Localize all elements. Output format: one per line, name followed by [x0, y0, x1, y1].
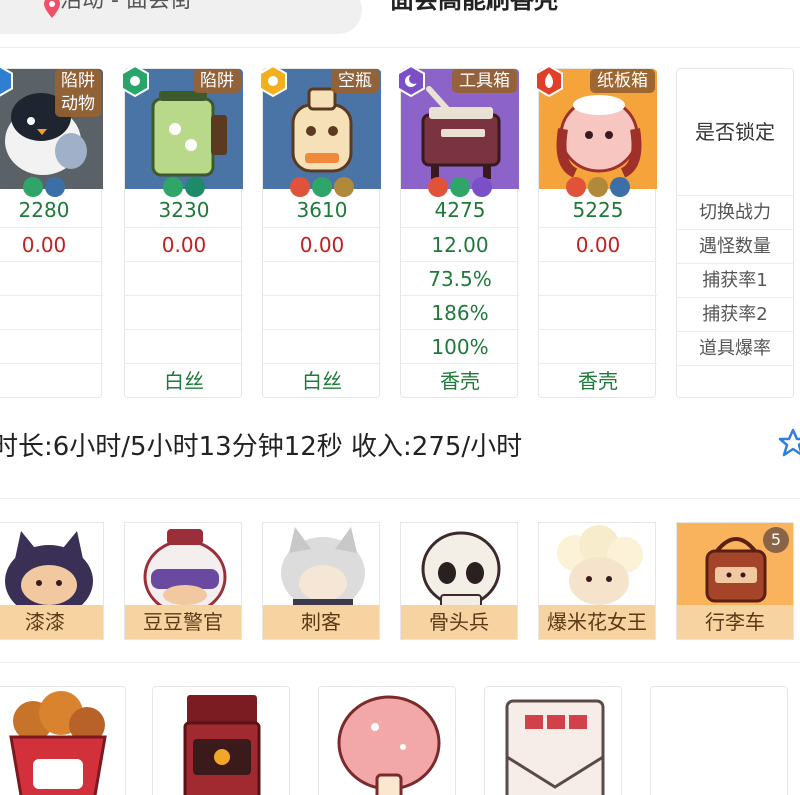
encounter-value: 12.00	[401, 227, 519, 261]
row-label-column: 是否锁定 切换战力 遇怪数量 捕获率1 捕获率2 道具爆率	[676, 68, 794, 398]
character-name: 豆豆警官	[125, 605, 241, 639]
moon-hex-icon	[397, 64, 425, 98]
drop-value	[0, 329, 103, 363]
fried-chicken-bucket-icon	[9, 691, 107, 795]
character-name: 骨头兵	[401, 605, 517, 639]
trap-card[interactable]: 空瓶 3610 0.00 白丝	[262, 68, 381, 398]
trap-type-tag: 陷阱 动物	[55, 69, 101, 117]
trap-column-0[interactable]: 陷阱 动物 2280 0.00	[0, 65, 103, 398]
mushroom-item-icon	[337, 695, 441, 795]
rate2-value	[125, 295, 243, 329]
drop-value: 100%	[401, 329, 519, 363]
encounter-value: 0.00	[263, 227, 381, 261]
output-value	[0, 363, 103, 397]
power-value: 2280	[18, 198, 70, 222]
output-value: 白丝	[125, 363, 243, 397]
green-hex-icon	[121, 64, 149, 98]
red-box-item-icon	[183, 695, 261, 795]
power-label: 切换战力	[677, 195, 793, 229]
summary-line: 时长:6小时/5小时13分钟12秒 收入:275/小时	[0, 432, 523, 462]
top-bar: 活动 - 面会街 面会高能刷香壳	[0, 0, 800, 48]
encounter-value: 0.00	[125, 227, 243, 261]
character-name: 漆漆	[0, 605, 103, 639]
power-value: 3610	[296, 198, 348, 222]
rate2-value	[0, 295, 103, 329]
page-title: 面会高能刷香壳	[390, 0, 558, 14]
character-card[interactable]: 骨头兵	[400, 522, 518, 640]
drop-label: 道具爆率	[677, 331, 793, 365]
rate1-label: 捕获率1	[677, 263, 793, 297]
trap-card[interactable]: 纸板箱 5225 0.00 香壳	[538, 68, 657, 398]
rate1-value	[539, 261, 657, 295]
item-card-empty[interactable]	[650, 686, 788, 795]
drop-value	[263, 329, 381, 363]
rate2-value	[539, 295, 657, 329]
count-badge: 5	[763, 527, 789, 553]
rate2-value	[263, 295, 381, 329]
character-name: 行李车	[677, 605, 793, 639]
trap-card[interactable]: 陷阱 3230 0.00 白丝	[124, 68, 243, 398]
item-card[interactable]	[0, 686, 126, 795]
skeleton-character-icon	[421, 531, 501, 608]
power-value: 5225	[572, 198, 624, 222]
trap-type-tag: 纸板箱	[590, 69, 655, 93]
lock-label[interactable]: 是否锁定	[677, 69, 793, 195]
output-value: 白丝	[263, 363, 381, 397]
output-value: 香壳	[539, 363, 657, 397]
cat-character-icon	[5, 531, 93, 617]
rate2-value: 186%	[401, 295, 519, 329]
envelope-item-icon	[505, 699, 605, 795]
encounter-value: 0.00	[539, 227, 657, 261]
trap-column-3[interactable]: 工具箱 4275 12.00 73.5% 186% 100% 香壳	[397, 64, 519, 398]
trap-type-tag: 空瓶	[331, 69, 379, 93]
encounter-label: 遇怪数量	[677, 229, 793, 263]
divider	[0, 498, 800, 499]
output-value: 香壳	[401, 363, 519, 397]
location-text[interactable]: 活动 - 面会街	[60, 0, 192, 16]
popcorn-queen-character-icon	[557, 525, 643, 605]
character-card[interactable]: 豆豆警官	[124, 522, 242, 640]
trap-type-tag: 陷阱	[193, 69, 241, 93]
blank-label	[677, 365, 793, 399]
trap-card[interactable]: 陷阱 动物 2280 0.00	[0, 68, 103, 398]
blue-hex-icon	[0, 65, 13, 97]
trap-column-2[interactable]: 空瓶 3610 0.00 白丝	[259, 64, 381, 398]
character-card[interactable]: 爆米花女王	[538, 522, 656, 640]
encounter-value: 0.00	[0, 227, 103, 261]
assassin-character-icon	[281, 527, 365, 609]
trap-type-tag: 工具箱	[452, 69, 517, 93]
rate2-label: 捕获率2	[677, 297, 793, 331]
power-value: 4275	[434, 198, 486, 222]
divider	[0, 662, 800, 663]
favorite-star-icon[interactable]	[778, 428, 800, 458]
item-card[interactable]	[152, 686, 290, 795]
trap-card[interactable]: 工具箱 4275 12.00 73.5% 186% 100% 香壳	[400, 68, 519, 398]
rate1-value	[263, 261, 381, 295]
rate1-value: 73.5%	[401, 261, 519, 295]
item-card[interactable]	[318, 686, 456, 795]
drop-value	[125, 329, 243, 363]
power-value: 3230	[158, 198, 210, 222]
character-card-selected[interactable]: 5 行李车	[676, 522, 794, 640]
character-card[interactable]: 漆漆	[0, 522, 104, 640]
character-name: 刺客	[263, 605, 379, 639]
sun-hex-icon	[259, 64, 287, 98]
character-name: 爆米花女王	[539, 605, 655, 639]
character-card[interactable]: 刺客	[262, 522, 380, 640]
rate1-value	[125, 261, 243, 295]
trap-column-4[interactable]: 纸板箱 5225 0.00 香壳	[535, 64, 657, 398]
fire-hex-icon	[535, 64, 563, 98]
location-pin-icon	[44, 0, 60, 18]
police-character-icon	[143, 529, 227, 615]
trap-column-1[interactable]: 陷阱 3230 0.00 白丝	[121, 64, 243, 398]
item-card[interactable]	[484, 686, 622, 795]
rate1-value	[0, 261, 103, 295]
drop-value	[539, 329, 657, 363]
